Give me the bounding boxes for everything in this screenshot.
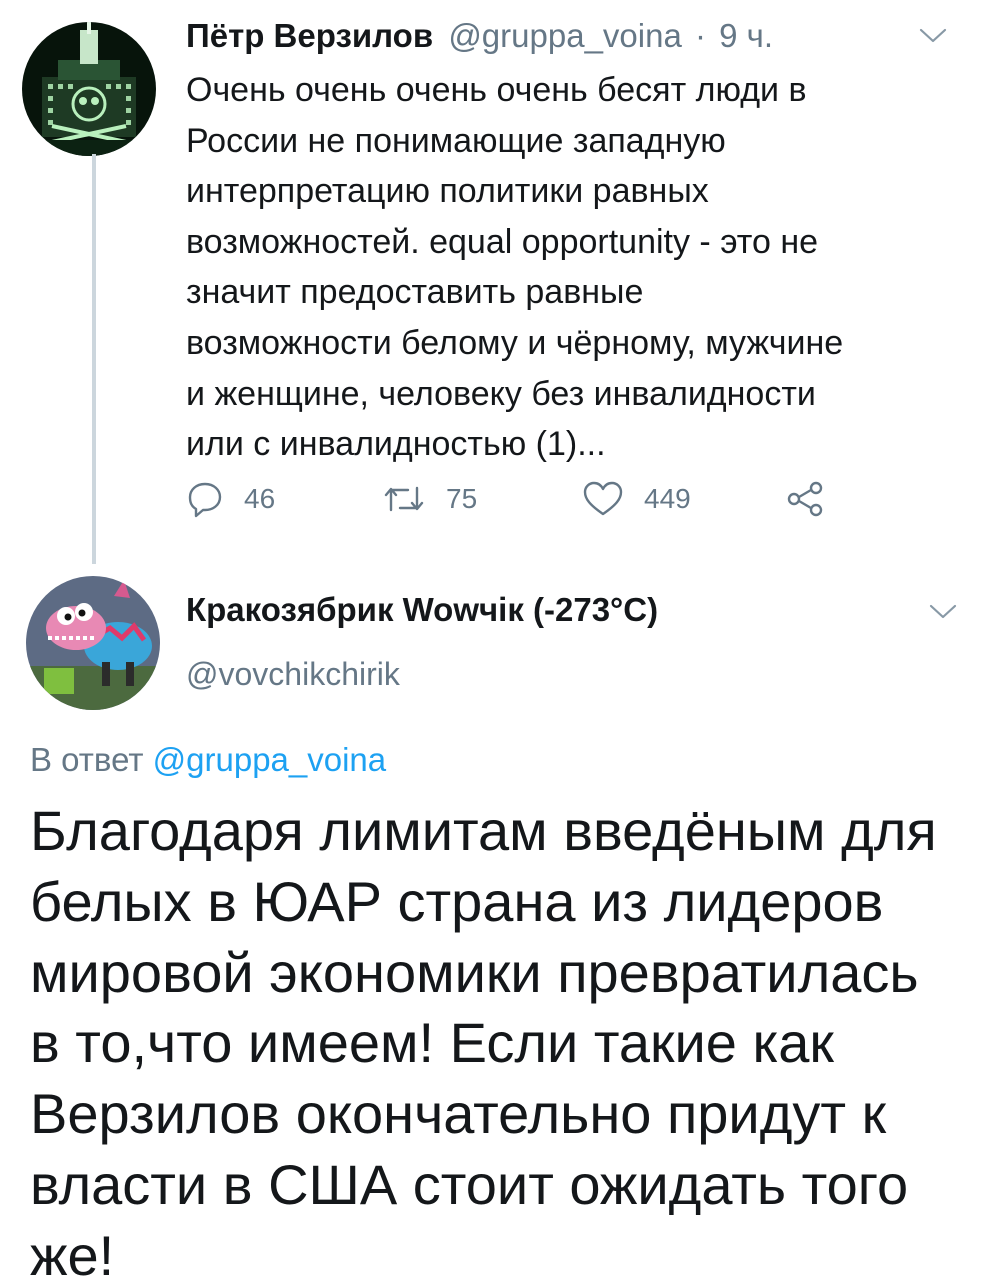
reply-text-line: мировой экономики превратилась <box>30 940 919 1004</box>
tweet-actions: 46 75 449 <box>186 474 886 524</box>
in-reply-to-mention[interactable]: @gruppa_voina <box>153 741 387 778</box>
reply-button[interactable]: 46 <box>186 474 275 524</box>
reply-icon <box>188 482 222 518</box>
like-count: 449 <box>644 483 691 514</box>
reply-text-line: белых в ЮАР страна из лидеров <box>30 869 884 933</box>
reply-author-handle[interactable]: @vovchikchirik <box>186 650 400 698</box>
tweet-header: Пётр Верзилов @gruppa_voina · 9 ч. <box>186 12 773 60</box>
separator-dot: · <box>694 17 706 54</box>
reply-text: Благодаря лимитам введёным для белых в Ю… <box>30 796 970 1280</box>
reply-text-line: в то,что имеем! Если такие как <box>30 1011 834 1075</box>
reply-author-name[interactable]: Кракозябрик Wowчік (-273°С) <box>186 586 658 634</box>
retweet-count: 75 <box>446 483 478 514</box>
tweet-text: Очень очень очень очень бесят люди в Рос… <box>186 65 956 470</box>
tweet-time[interactable]: 9 ч. <box>719 17 773 54</box>
author-avatar[interactable] <box>22 22 156 156</box>
reply-text-line: Благодаря лимитам введёным для <box>30 799 937 862</box>
reply-text-line: же! <box>30 1223 115 1280</box>
cartoon-creature-avatar <box>26 576 160 710</box>
tweet-text-line: возможностей. equal opportunity - это не <box>186 222 819 261</box>
chevron-down-icon[interactable] <box>928 602 958 622</box>
tweet-text-line: значит предоставить равные <box>186 273 644 312</box>
reply-author-avatar[interactable] <box>26 576 160 710</box>
in-reply-to-prefix: В ответ <box>30 741 144 778</box>
reply-count: 46 <box>244 483 276 514</box>
retweet-button[interactable]: 75 <box>382 474 477 524</box>
thread-connector-line <box>92 154 96 564</box>
tweet-text-line: возможности белому и чёрному, мужчине <box>186 323 844 362</box>
tweet-text-line: интерпретацию политики равных <box>186 172 709 211</box>
reply-text-line: власти в США стоит ожидать того <box>30 1152 909 1216</box>
in-reply-to: В ответ @gruppa_voina <box>30 736 386 784</box>
tweet-text-line: и женщине, человеку без инвалидности <box>186 374 816 413</box>
building-skull-avatar <box>22 22 156 156</box>
tweet-text-line: Очень очень очень очень бесят люди в <box>186 71 807 109</box>
share-button[interactable] <box>786 474 826 524</box>
chevron-down-icon[interactable] <box>918 26 948 46</box>
heart-icon <box>583 481 623 516</box>
author-handle[interactable]: @gruppa_voina <box>448 17 682 54</box>
tweet-text-line: или с инвалидностью (1)... <box>186 425 606 464</box>
author-name[interactable]: Пётр Верзилов <box>186 17 433 54</box>
tweet-text-line: России не понимающие западную <box>186 121 726 160</box>
share-icon <box>787 481 823 517</box>
retweet-icon <box>384 486 424 512</box>
like-button[interactable]: 449 <box>582 474 691 524</box>
reply-text-line: Верзилов окончательно придут к <box>30 1082 887 1146</box>
